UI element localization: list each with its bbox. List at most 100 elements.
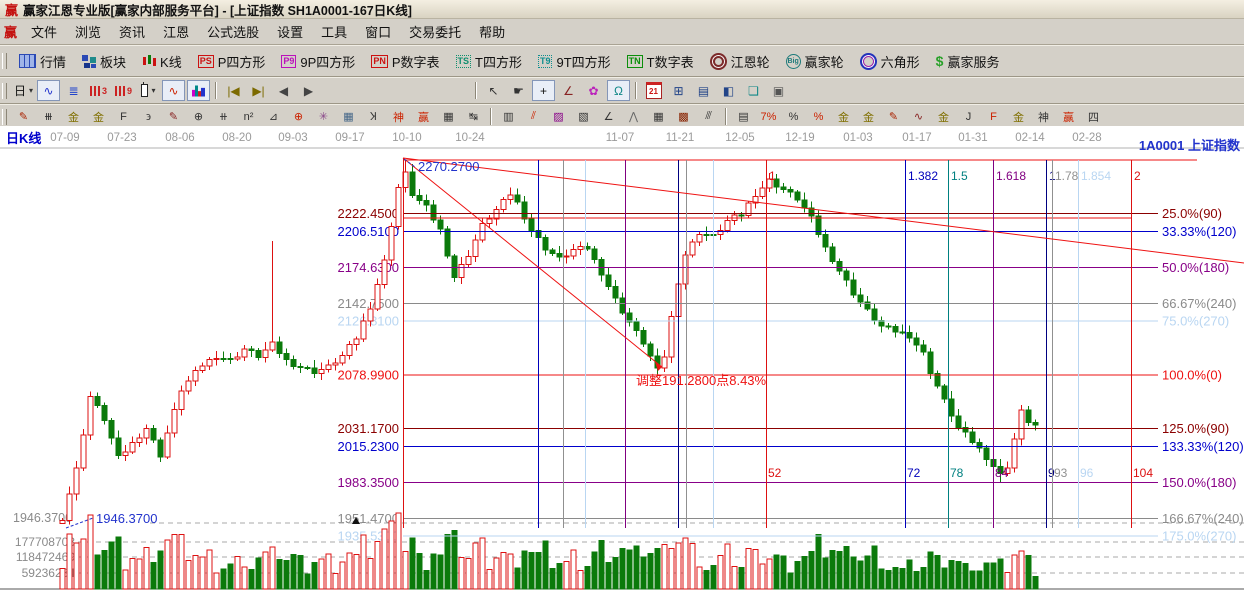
tool-shen[interactable]: 神	[387, 107, 410, 126]
tool-n-square[interactable]: n²	[237, 107, 260, 126]
calculator-tool[interactable]: ⊞	[667, 80, 690, 101]
tool-gann-ruler[interactable]: ⧻	[37, 107, 60, 126]
menu-item-8[interactable]: 窗口	[356, 20, 400, 43]
tool-trend-line[interactable]: ∠	[597, 107, 620, 126]
tool-box[interactable]: ▥	[497, 107, 520, 126]
menu-item-3[interactable]: 资讯	[110, 20, 154, 43]
shift-left-diamond[interactable]	[322, 80, 345, 101]
menu-item-7[interactable]: 工具	[312, 20, 356, 43]
tool-matrix[interactable]: ▦	[337, 107, 360, 126]
expand-all-diamond[interactable]	[447, 80, 470, 101]
feature-button-hexagon[interactable]: 六角形	[852, 50, 928, 73]
tool-gold-slash[interactable]: 金	[932, 107, 955, 126]
angle-measure-tool[interactable]: ∠	[557, 80, 580, 101]
goto-start-button[interactable]: |◀	[222, 80, 245, 101]
menu-item-2[interactable]: 浏览	[66, 20, 110, 43]
candle	[1026, 410, 1031, 423]
tool-gold-circle[interactable]: 金	[832, 107, 855, 126]
menu-item-5[interactable]: 公式选股	[198, 20, 268, 43]
tool-time-clock[interactable]: ⊕	[187, 107, 210, 126]
feature-button-kline[interactable]: K线	[134, 50, 190, 73]
feature-button-9t-square[interactable]: T99T四方形	[530, 50, 619, 73]
tool-j-line[interactable]: J	[957, 107, 980, 126]
tool-f-line[interactable]: F	[982, 107, 1005, 126]
tool-gold-line[interactable]: 金	[857, 107, 880, 126]
feature-button-t-number-table[interactable]: TNT数字表	[619, 50, 702, 73]
tool-percent-line[interactable]: %	[807, 107, 830, 126]
volume-bar	[886, 571, 891, 589]
tool-box-pencil[interactable]: ▨	[547, 107, 570, 126]
feature-button-quotes[interactable]: 行情	[11, 50, 74, 73]
tool-red-pencil[interactable]: ✎	[162, 107, 185, 126]
calendar-tool[interactable]: 21	[642, 80, 665, 101]
tool-span-arrows[interactable]: ↹	[462, 107, 485, 126]
feature-button-9p-square[interactable]: P99P四方形	[273, 50, 363, 73]
zigzag-overlay-tool[interactable]: ∿	[37, 80, 60, 101]
feature-button-p-square[interactable]: PSP四方形	[190, 50, 274, 73]
prev-bar-button[interactable]: ◀	[272, 80, 295, 101]
menu-item-6[interactable]: 设置	[268, 20, 312, 43]
tool-grid-dark[interactable]: ▦	[647, 107, 670, 126]
tool-target[interactable]: ⊕	[287, 107, 310, 126]
tool-k-mark[interactable]: Ʞ	[362, 107, 385, 126]
tool-grid-123[interactable]: ▦	[437, 107, 460, 126]
shift-right-diamond[interactable]	[347, 80, 370, 101]
menu-item-4[interactable]: 江恩	[154, 20, 198, 43]
tool-fibo-ruler[interactable]: F	[112, 107, 135, 126]
tool-gold-line-2[interactable]: 金	[1007, 107, 1030, 126]
goto-end-button[interactable]: ▶|	[247, 80, 270, 101]
tool-spiral[interactable]: ϶	[137, 107, 160, 126]
tool-ying-line[interactable]: 赢	[1057, 107, 1080, 126]
menu-item-1[interactable]: 文件	[22, 20, 66, 43]
kline-chart[interactable]: 07-0907-2308-0608-2009-0309-1710-1010-24…	[0, 126, 1244, 591]
tool-percent-bars[interactable]: ▤	[732, 107, 755, 126]
candle-style-dropdown[interactable]: ▾	[137, 80, 160, 101]
tool-fan-lines[interactable]: ⫽	[522, 107, 545, 126]
tool-gold-grid-2[interactable]: 金	[87, 107, 110, 126]
period-dropdown[interactable]: 日▾	[12, 80, 35, 101]
pan-hand-tool[interactable]: ☛	[507, 80, 530, 101]
tool-si-line[interactable]: 四	[1082, 107, 1105, 126]
feature-button-winner-wheel[interactable]: Big赢家轮	[778, 50, 852, 73]
flower-tool[interactable]: ✿	[582, 80, 605, 101]
expand-horizontal-diamond[interactable]	[372, 80, 395, 101]
tool-parallel[interactable]: ⫻	[697, 107, 720, 126]
brain-pattern-tool[interactable]: Ω	[607, 80, 630, 101]
tool-percent[interactable]: %	[782, 107, 805, 126]
tool-wave[interactable]: ⋀	[622, 107, 645, 126]
tool-brush[interactable]: ✎	[12, 107, 35, 126]
tool-grid-red[interactable]: ▩	[672, 107, 695, 126]
network-tool[interactable]: ❏	[742, 80, 765, 101]
tool-angle[interactable]: ⊿	[262, 107, 285, 126]
tool-candle-pencil[interactable]: ✎	[882, 107, 905, 126]
save-tool[interactable]: ◧	[717, 80, 740, 101]
compress-diamond[interactable]	[422, 80, 445, 101]
menu-item-10[interactable]: 帮助	[470, 20, 514, 43]
tool-ying[interactable]: 赢	[412, 107, 435, 126]
next-bar-button[interactable]: ▶	[297, 80, 320, 101]
tool-shen-line[interactable]: 神	[1032, 107, 1055, 126]
feature-button-sectors[interactable]: 板块	[74, 50, 134, 73]
notes-tool[interactable]: ▤	[692, 80, 715, 101]
tool-wave-box[interactable]: ∿	[907, 107, 930, 126]
expand-diagonal-diamond[interactable]	[397, 80, 420, 101]
crosshair-tool[interactable]: +	[532, 80, 555, 101]
app-menu-icon[interactable]: 赢	[4, 22, 17, 41]
tool-gold-grid[interactable]: 金	[62, 107, 85, 126]
feature-button-winner-service[interactable]: $赢家服务	[928, 50, 1008, 73]
feature-button-t-square[interactable]: TST四方形	[448, 50, 530, 73]
nine-bar-cycle[interactable]: 9	[112, 80, 135, 101]
remote-tool[interactable]: ▣	[767, 80, 790, 101]
tool-seven-percent[interactable]: 7%	[757, 107, 780, 126]
info-note[interactable]: ≣	[62, 80, 85, 101]
pointer-tool[interactable]: ↖	[482, 80, 505, 101]
feature-button-p-number-table[interactable]: PNP数字表	[363, 50, 447, 73]
three-bar-cycle[interactable]: 3	[87, 80, 110, 101]
tool-tick-ruler[interactable]: ⧺	[212, 107, 235, 126]
histogram-tool[interactable]	[187, 80, 210, 101]
menu-item-9[interactable]: 交易委托	[400, 20, 470, 43]
red-zigzag-tool[interactable]: ∿	[162, 80, 185, 101]
tool-web[interactable]: ✳	[312, 107, 335, 126]
feature-button-gann-wheel[interactable]: 江恩轮	[702, 50, 778, 73]
tool-box-shade[interactable]: ▧	[572, 107, 595, 126]
